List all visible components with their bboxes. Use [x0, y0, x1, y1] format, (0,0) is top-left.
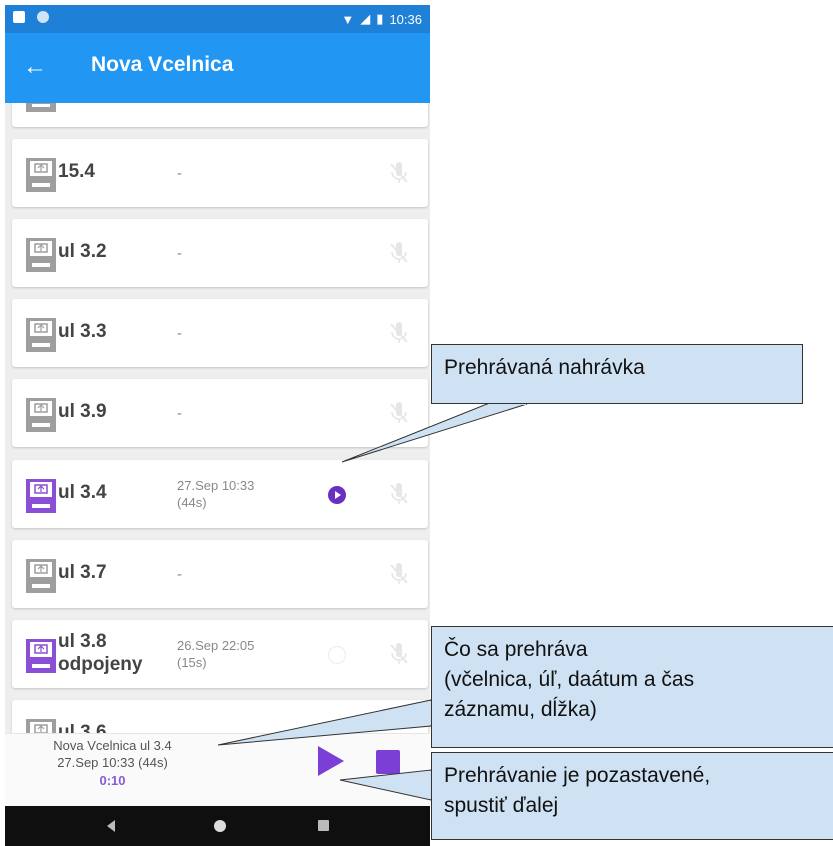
hive-icon: [26, 158, 56, 192]
play-circle-icon[interactable]: [328, 646, 346, 664]
hive-status: odpojeny: [58, 654, 143, 675]
mic-off-icon[interactable]: [388, 161, 410, 185]
hive-name: 15.4: [58, 161, 95, 182]
hive-list[interactable]: 15.4 - ul 3.2 - ul 3.3 - ul 3.9 - ul 3.4…: [5, 103, 430, 733]
play-button[interactable]: [318, 746, 344, 776]
notification-icon: [13, 11, 25, 23]
mic-off-icon[interactable]: [388, 562, 410, 586]
hive-name-line: ul 3.8: [58, 631, 107, 652]
recording-duration: (44s): [177, 495, 207, 510]
arrow-left-icon[interactable]: ←: [23, 53, 51, 81]
recording-date: 26.Sep 22:05 (15s): [177, 637, 254, 671]
mic-off-icon[interactable]: [388, 401, 410, 425]
list-item[interactable]: ul 3.7 -: [12, 540, 428, 608]
recording-date: -: [177, 566, 182, 583]
play-circle-icon[interactable]: [328, 486, 346, 504]
list-item[interactable]: ul 3.4 27.Sep 10:33 (44s): [12, 460, 428, 528]
app-bar: ← Nova Vcelnica: [5, 33, 430, 103]
hive-name: ul 3.4: [58, 482, 107, 503]
nav-back-icon[interactable]: [107, 820, 115, 832]
callout-text: záznamu, dĺžka): [444, 698, 597, 721]
recording-date: 27.Sep 10:33 (44s): [177, 477, 254, 511]
callout-text: (včelnica, úľ, daátum a čas: [444, 668, 695, 691]
battery-icon: ▮: [376, 11, 384, 26]
recording-date: -: [177, 165, 182, 182]
mic-off-icon[interactable]: [388, 241, 410, 265]
phone-screen: ▼ ◢ ▮ 10:36 ← Nova Vcelnica 15.4 - ul 3.…: [5, 5, 430, 846]
recording-date: -: [177, 245, 182, 262]
audio-player: Nova Vcelnica ul 3.4 27.Sep 10:33 (44s) …: [5, 733, 430, 807]
mic-off-icon[interactable]: [388, 482, 410, 506]
hive-icon: [26, 238, 56, 272]
wifi-icon: ▼: [341, 11, 355, 27]
list-item[interactable]: ul 3.2 -: [12, 219, 428, 287]
nav-recents-icon[interactable]: [318, 820, 329, 831]
page-title: Nova Vcelnica: [91, 53, 234, 76]
callout-text: Čo sa prehráva: [444, 638, 588, 661]
system-nav-bar: [5, 806, 430, 846]
hive-icon: [26, 559, 56, 593]
callout-text: Prehrávanie je pozastavené,: [444, 764, 711, 787]
list-item[interactable]: 15.4 -: [12, 139, 428, 207]
stop-button[interactable]: [376, 750, 400, 774]
nav-home-icon[interactable]: [214, 820, 226, 832]
hive-name: ul 3.3: [58, 321, 107, 342]
list-item[interactable]: ul 3.3 -: [12, 299, 428, 367]
list-item[interactable]: ul 3.9 -: [12, 379, 428, 447]
player-recording-info: 27.Sep 10:33 (44s): [57, 755, 168, 770]
hive-icon: [26, 719, 56, 733]
callout-playing: Prehrávaná nahrávka: [431, 344, 803, 404]
hive-name: ul 3.6: [58, 722, 107, 733]
recording-datetime: 27.Sep 10:33: [177, 478, 255, 493]
callout-paused: Prehrávanie je pozastavené, spustiť ďale…: [431, 752, 833, 840]
hive-icon: [26, 103, 56, 112]
recording-datetime: 26.Sep 22:05: [177, 638, 255, 653]
callout-what-plays: Čo sa prehráva (včelnica, úľ, daátum a č…: [431, 626, 833, 748]
list-item[interactable]: ul 3.6 -: [12, 700, 428, 733]
recording-date: -: [177, 726, 182, 733]
hive-icon: [26, 398, 56, 432]
list-item[interactable]: ul 3.8 odpojeny 26.Sep 22:05 (15s): [12, 620, 428, 688]
player-title: Nova Vcelnica ul 3.4: [53, 738, 172, 753]
hive-icon: [26, 479, 56, 513]
sync-icon: [37, 11, 49, 23]
recording-duration: (15s): [177, 655, 207, 670]
mic-off-icon[interactable]: [388, 321, 410, 345]
callout-text: Prehrávaná nahrávka: [444, 356, 645, 379]
clock: 10:36: [389, 11, 422, 27]
signal-icon: ◢: [360, 11, 371, 26]
mic-off-icon[interactable]: [388, 642, 410, 666]
hive-icon: [26, 318, 56, 352]
status-bar: ▼ ◢ ▮ 10:36: [5, 5, 430, 33]
hive-name: ul 3.9: [58, 401, 107, 422]
recording-date: -: [177, 325, 182, 342]
hive-name: ul 3.2: [58, 241, 107, 262]
callout-text: spustiť ďalej: [444, 794, 559, 817]
player-elapsed-time: 0:10: [99, 773, 126, 788]
recording-date: -: [177, 405, 182, 422]
hive-name: ul 3.7: [58, 562, 107, 583]
list-item[interactable]: [12, 103, 428, 127]
hive-icon: [26, 639, 56, 673]
hive-name: ul 3.8 odpojeny: [58, 630, 142, 676]
